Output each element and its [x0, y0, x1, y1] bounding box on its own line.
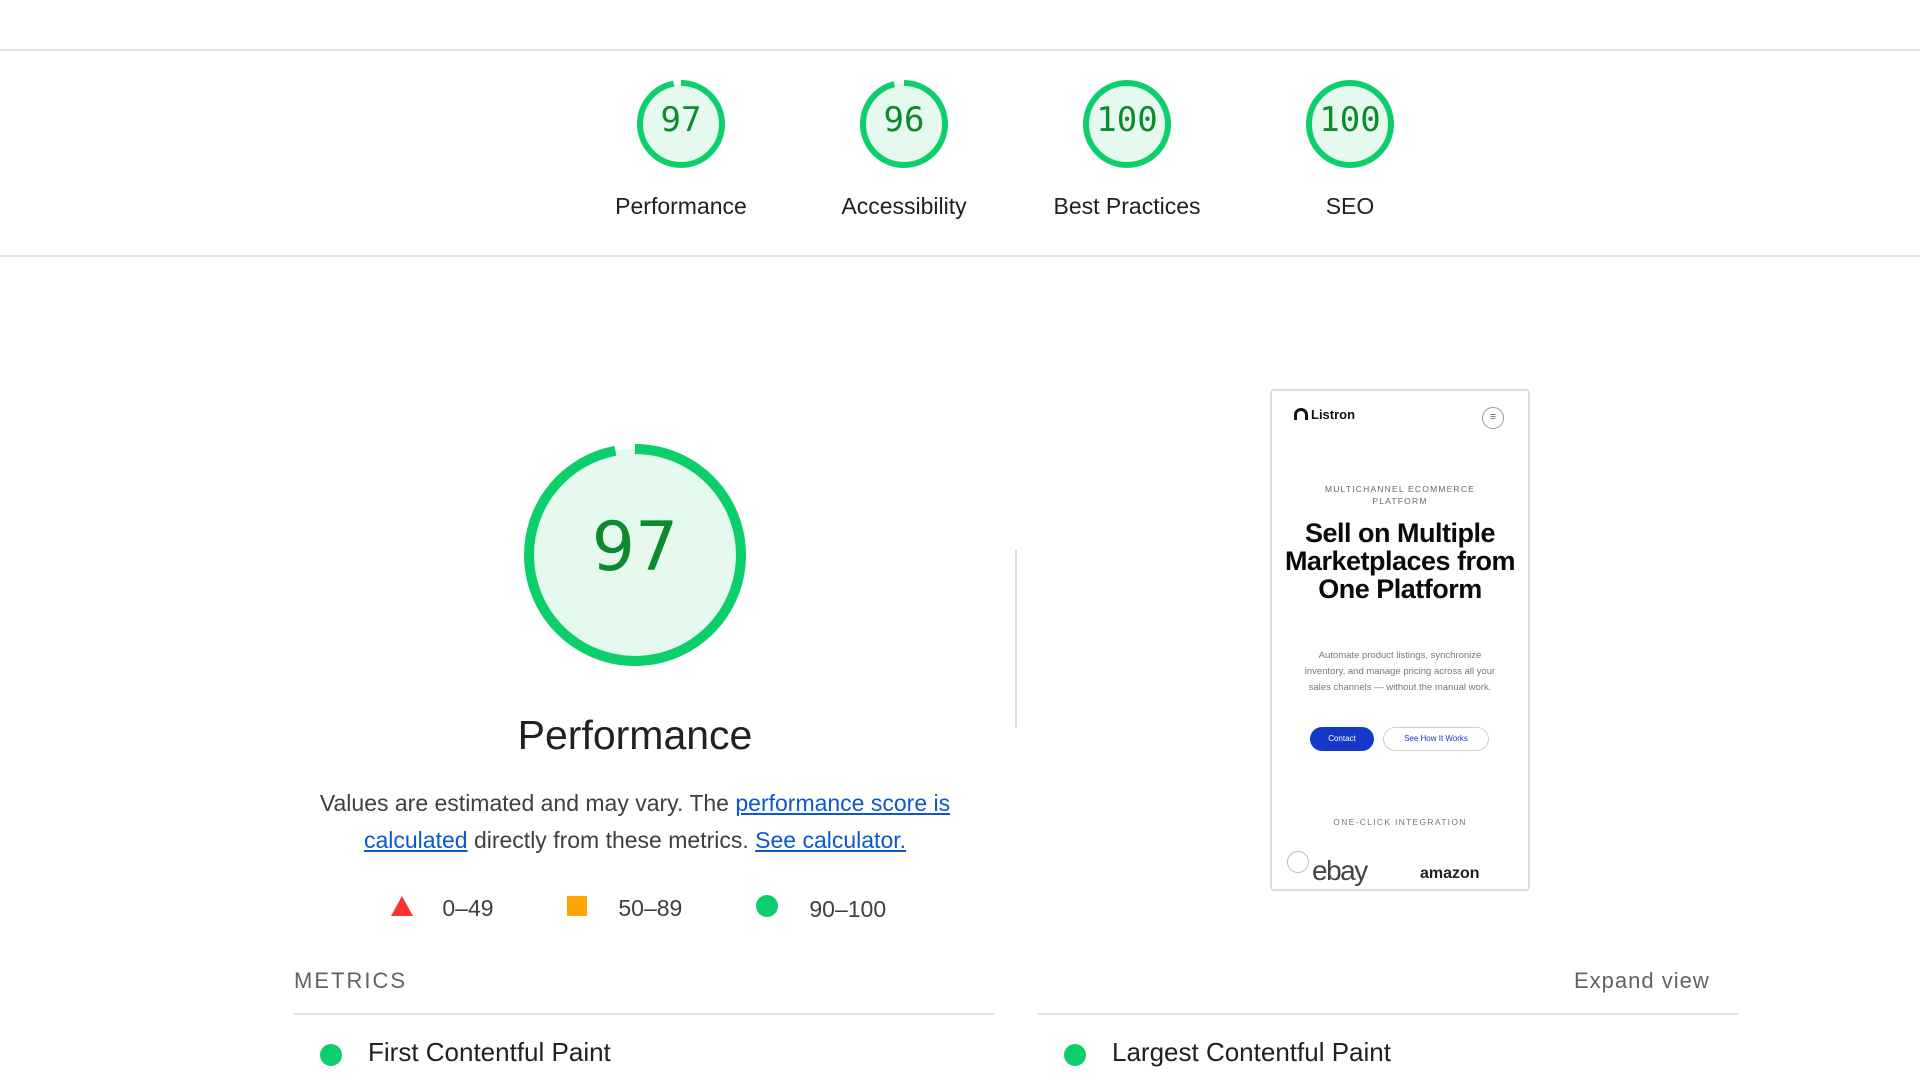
circle-icon — [755, 894, 779, 924]
screenshot-contact-button: Contact — [1310, 727, 1374, 751]
chat-bubble-icon — [1287, 851, 1309, 873]
vertical-divider — [1015, 550, 1017, 728]
gauge-score-accessibility: 96 — [883, 100, 925, 140]
gauge-label-accessibility: Accessibility — [841, 193, 967, 219]
brand-logo-icon — [1294, 408, 1308, 420]
screenshot-integration-label: ONE-CLICK INTEGRATION — [1333, 817, 1467, 827]
top-toolbar — [0, 0, 1920, 51]
gauge-score-seo: 100 — [1319, 100, 1381, 140]
gauge-score-best-practices: 100 — [1096, 100, 1158, 140]
metrics-divider-left — [294, 1013, 994, 1015]
screenshot-kicker: MULTICHANNEL ECOMMERCE PLATFORM — [1324, 484, 1476, 506]
desc-text-2: directly from these metrics. — [467, 827, 756, 853]
ebay-logo: ebay — [1312, 855, 1368, 886]
gauge-label-best-practices: Best Practices — [1053, 193, 1201, 219]
gauge-score-performance: 97 — [660, 100, 702, 140]
screenshot-subtext: Automate product listings, synchronize i… — [1304, 650, 1496, 693]
performance-description: Values are estimated and may vary. The p… — [295, 785, 975, 859]
see-calculator-link[interactable]: See calculator. — [755, 827, 906, 853]
expand-view-toggle[interactable]: Expand view — [1574, 968, 1710, 994]
performance-score-large: 97 — [591, 508, 679, 587]
metrics-heading: METRICS — [294, 968, 407, 993]
screenshot-how-it-works-button: See How It Works — [1383, 727, 1489, 751]
screenshot-headline: Sell on Multiple Marketplaces from One P… — [1284, 518, 1516, 604]
pass-circle-icon — [1064, 1044, 1086, 1066]
legend-fail: 0–49 — [390, 894, 494, 923]
triangle-icon — [390, 895, 414, 923]
brand-name: Listron — [1311, 407, 1356, 422]
desc-text-1: Values are estimated and may vary. The — [319, 790, 736, 816]
legend-fail-label: 0–49 — [442, 895, 494, 922]
score-gauges-bar: 97 Performance 96 Accessibility 100 Best… — [0, 50, 1920, 257]
amazon-logo: amazon — [1420, 865, 1480, 882]
metrics-divider-right — [1038, 1013, 1738, 1015]
pass-circle-icon — [320, 1044, 342, 1066]
legend-average-label: 50–89 — [618, 895, 683, 922]
metric-label: Largest Contentful Paint — [1112, 1037, 1391, 1067]
legend-pass: 90–100 — [755, 894, 886, 924]
hamburger-menu-icon: ≡ — [1482, 407, 1504, 429]
legend-pass-label: 90–100 — [809, 895, 887, 922]
performance-title: Performance — [517, 712, 753, 758]
screenshot-brand: Listron — [1294, 407, 1355, 422]
gauge-label-seo: SEO — [1325, 193, 1375, 219]
metric-label: First Contentful Paint — [368, 1037, 611, 1067]
square-icon — [566, 895, 588, 923]
gauge-label-performance: Performance — [615, 193, 747, 219]
final-screenshot-thumbnail[interactable]: Listron ≡ MULTICHANNEL ECOMMERCE PLATFOR… — [1270, 389, 1530, 891]
legend-average: 50–89 — [566, 894, 682, 923]
